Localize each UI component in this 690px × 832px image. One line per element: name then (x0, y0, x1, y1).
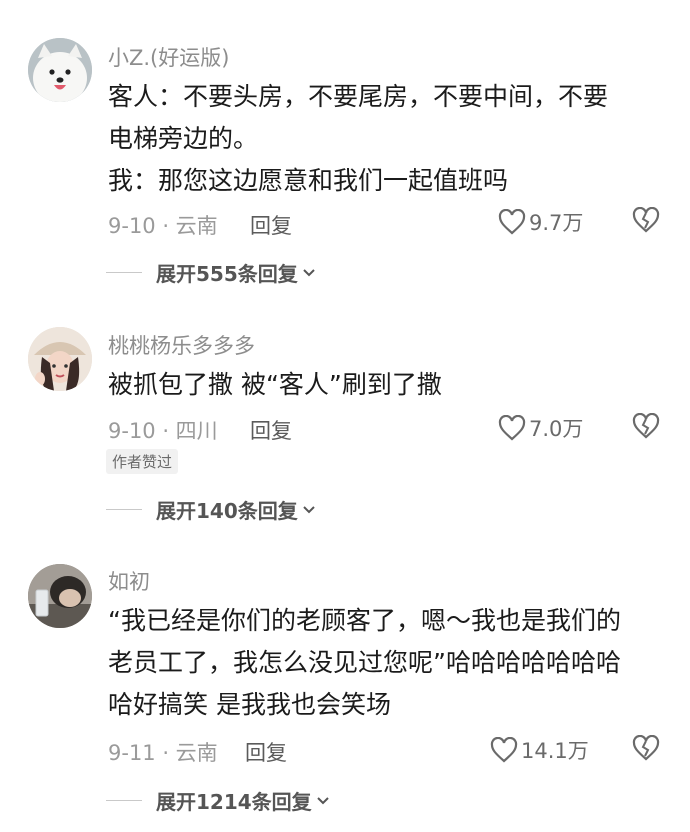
girl-with-hat-avatar (28, 327, 92, 391)
comment-text-line: 电梯旁边的。 (108, 124, 259, 153)
reply-button[interactable]: 回复 (245, 737, 287, 767)
username[interactable]: 桃桃杨乐多多多 (108, 330, 255, 360)
like-button[interactable]: 9.7万 (498, 207, 583, 237)
comment-text-line: “我已经是你们的老顾客了，嗯～我也是我们的 (108, 606, 621, 635)
username[interactable]: 小Z.(好运版) (108, 42, 229, 72)
comment-text-line: 我：那您这边愿意和我们一起值班吗 (108, 166, 509, 195)
expand-replies-label[interactable]: 展开555条回复 (156, 258, 298, 287)
reply-button[interactable]: 回复 (250, 415, 292, 445)
like-button[interactable]: 7.0万 (498, 413, 583, 443)
broken-heart-icon (632, 206, 660, 233)
heart-icon (498, 415, 526, 441)
like-count: 14.1万 (521, 739, 589, 763)
like-count: 9.7万 (529, 211, 584, 235)
like-count: 7.0万 (529, 417, 584, 441)
expand-replies[interactable]: 展开140条回复 (106, 495, 316, 524)
dislike-button[interactable] (632, 734, 660, 765)
expand-replies[interactable]: 展开1214条回复 (106, 786, 330, 815)
divider (106, 509, 142, 510)
comment-text: 被抓包了撒 被“客人”刷到了撒 (108, 364, 668, 406)
date-location: 9-11 · 云南 (108, 741, 218, 765)
chevron-down-icon (316, 796, 329, 804)
avatar[interactable] (28, 564, 92, 628)
expand-replies[interactable]: 展开555条回复 (106, 258, 316, 287)
samoyed-dog-icon (28, 38, 92, 102)
date-location: 9-10 · 四川 (108, 419, 218, 443)
date-location: 9-10 · 云南 (108, 214, 218, 238)
person-with-glass-avatar (28, 564, 92, 628)
expand-replies-label[interactable]: 展开1214条回复 (156, 786, 312, 815)
dislike-button[interactable] (632, 412, 660, 443)
comment-text-line: 被抓包了撒 被“客人”刷到了撒 (108, 370, 442, 399)
chevron-down-icon (303, 268, 315, 276)
avatar[interactable] (28, 38, 92, 102)
author-liked-badge: 作者赞过 (106, 449, 179, 474)
avatar[interactable] (28, 327, 92, 391)
like-button[interactable]: 14.1万 (490, 735, 589, 765)
comment-text-line: 客人：不要头房，不要尾房，不要中间，不要 (108, 82, 609, 111)
dislike-button[interactable] (632, 206, 660, 237)
heart-icon (490, 737, 518, 763)
comment-text-line: 老员工了，我怎么没见过您呢”哈哈哈哈哈哈哈 (108, 648, 621, 677)
comment-text-line: 哈好搞笑 是我我也会笑场 (108, 690, 391, 719)
divider (106, 272, 142, 273)
expand-replies-label[interactable]: 展开140条回复 (156, 495, 298, 524)
reply-button[interactable]: 回复 (250, 210, 292, 240)
heart-icon (498, 209, 526, 235)
divider (106, 800, 142, 801)
comment-text: “我已经是你们的老顾客了，嗯～我也是我们的 老员工了，我怎么没见过您呢”哈哈哈哈… (108, 600, 668, 726)
chevron-down-icon (303, 505, 315, 513)
broken-heart-icon (632, 412, 660, 439)
broken-heart-icon (632, 734, 660, 761)
comment-text: 客人：不要头房，不要尾房，不要中间，不要 电梯旁边的。 我：那您这边愿意和我们一… (108, 76, 668, 202)
username[interactable]: 如初 (108, 566, 150, 596)
